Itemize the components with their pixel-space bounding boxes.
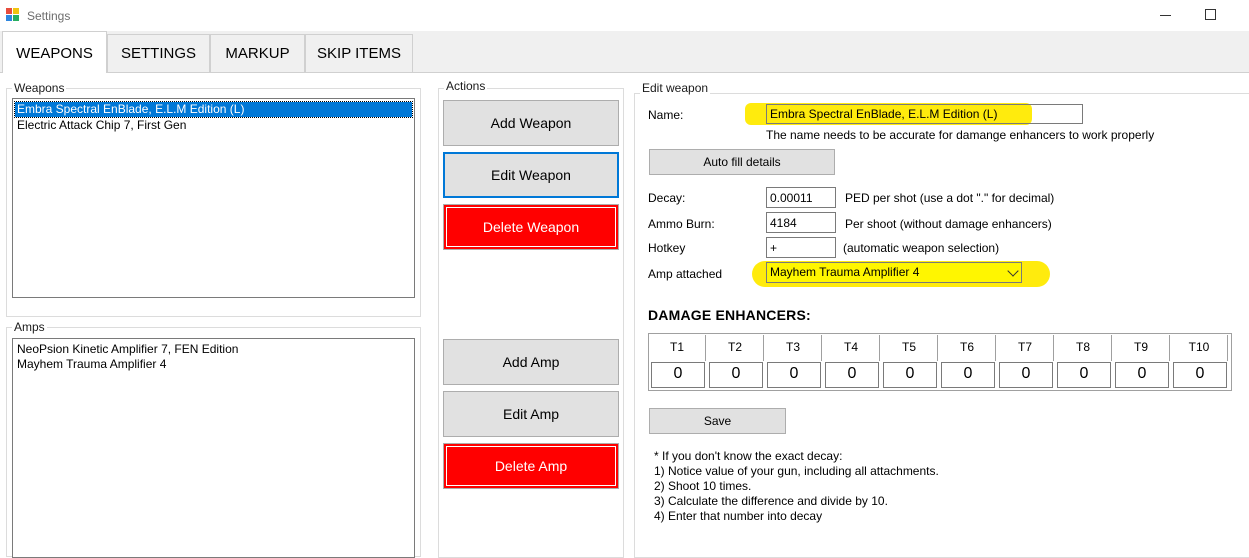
ammo-burn-label: Ammo Burn: xyxy=(648,217,715,231)
hotkey-input[interactable]: + xyxy=(766,237,836,258)
instruction-line: 4) Enter that number into decay xyxy=(654,509,823,523)
add-weapon-button[interactable]: Add Weapon xyxy=(443,100,619,146)
window-title: Settings xyxy=(27,9,71,23)
decay-hint: PED per shot (use a dot "." for decimal) xyxy=(845,191,1055,205)
instruction-line: * If you don't know the exact decay: xyxy=(654,449,843,463)
name-hint: The name needs to be accurate for damang… xyxy=(766,128,1155,142)
instruction-line: 1) Notice value of your gun, including a… xyxy=(654,464,939,478)
title-bar xyxy=(0,0,1249,31)
tab-weapons[interactable]: WEAPONS xyxy=(2,31,107,73)
damage-enhancer-input[interactable]: 0 xyxy=(709,362,763,388)
edit-weapon-button[interactable]: Edit Weapon xyxy=(443,152,619,198)
decay-input[interactable]: 0.00011 xyxy=(766,187,836,208)
delete-amp-label: Delete Amp xyxy=(494,458,568,474)
damage-enhancer-header: T10 xyxy=(1171,335,1228,361)
minimize-icon[interactable] xyxy=(1160,9,1174,21)
list-item[interactable]: Electric Attack Chip 7, First Gen xyxy=(15,118,186,133)
hotkey-label: Hotkey xyxy=(648,241,686,255)
ammo-burn-input[interactable]: 4184 xyxy=(766,212,836,233)
tab-skip-items[interactable]: SKIP ITEMS xyxy=(305,34,413,72)
name-label: Name: xyxy=(648,108,684,122)
damage-enhancer-input[interactable]: 0 xyxy=(1173,362,1227,388)
amp-attached-label: Amp attached xyxy=(648,267,723,281)
weapons-listbox[interactable]: Embra Spectral EnBlade, E.L.M Edition (L… xyxy=(12,98,415,298)
amps-group-label: Amps xyxy=(12,320,47,334)
name-input[interactable]: Embra Spectral EnBlade, E.L.M Edition (L… xyxy=(766,104,1083,124)
save-button[interactable]: Save xyxy=(649,408,786,434)
damage-enhancer-input[interactable]: 0 xyxy=(767,362,821,388)
list-item[interactable]: NeoPsion Kinetic Amplifier 7, FEN Editio… xyxy=(15,342,238,357)
damage-enhancer-header: T7 xyxy=(997,335,1054,361)
maximize-icon[interactable] xyxy=(1205,9,1216,20)
damage-enhancer-header: T9 xyxy=(1113,335,1170,361)
damage-enhancer-input[interactable]: 0 xyxy=(999,362,1053,388)
auto-fill-button[interactable]: Auto fill details xyxy=(649,149,835,175)
damage-enhancer-input[interactable]: 0 xyxy=(883,362,937,388)
damage-enhancers-title: DAMAGE ENHANCERS: xyxy=(648,307,811,323)
edit-amp-button[interactable]: Edit Amp xyxy=(443,391,619,437)
decay-label: Decay: xyxy=(648,191,686,205)
decay-instructions: * If you don't know the exact decay: 1) … xyxy=(654,449,939,524)
amp-attached-value: Mayhem Trauma Amplifier 4 xyxy=(770,265,920,279)
ammo-burn-hint: Per shoot (without damage enhancers) xyxy=(845,217,1052,231)
tab-settings[interactable]: SETTINGS xyxy=(107,34,210,72)
tab-markup[interactable]: MARKUP xyxy=(210,34,305,72)
damage-enhancer-header: T1 xyxy=(649,335,706,361)
damage-enhancer-header: T3 xyxy=(765,335,822,361)
edit-weapon-group-label: Edit weapon xyxy=(640,81,711,95)
weapons-group-label: Weapons xyxy=(12,81,67,95)
damage-enhancer-input[interactable]: 0 xyxy=(651,362,705,388)
delete-weapon-label: Delete Weapon xyxy=(482,219,580,235)
damage-enhancer-header: T4 xyxy=(823,335,880,361)
hotkey-hint: (automatic weapon selection) xyxy=(843,241,1000,255)
list-item[interactable]: Embra Spectral EnBlade, E.L.M Edition (L… xyxy=(14,101,413,118)
damage-enhancer-input[interactable]: 0 xyxy=(825,362,879,388)
damage-enhancer-input[interactable]: 0 xyxy=(1115,362,1169,388)
delete-amp-button[interactable]: Delete Amp xyxy=(443,443,619,489)
damage-enhancer-header: T8 xyxy=(1055,335,1112,361)
add-amp-button[interactable]: Add Amp xyxy=(443,339,619,385)
instruction-line: 2) Shoot 10 times. xyxy=(654,479,752,493)
delete-weapon-button[interactable]: Delete Weapon xyxy=(443,204,619,250)
amp-attached-select[interactable]: Mayhem Trauma Amplifier 4 xyxy=(766,262,1022,283)
damage-enhancer-header: T5 xyxy=(881,335,938,361)
instruction-line: 3) Calculate the difference and divide b… xyxy=(654,494,888,508)
damage-enhancer-header: T2 xyxy=(707,335,764,361)
damage-enhancer-input[interactable]: 0 xyxy=(1057,362,1111,388)
app-icon xyxy=(6,8,20,22)
damage-enhancer-input[interactable]: 0 xyxy=(941,362,995,388)
list-item[interactable]: Mayhem Trauma Amplifier 4 xyxy=(15,357,166,372)
damage-enhancer-header: T6 xyxy=(939,335,996,361)
amps-listbox[interactable]: NeoPsion Kinetic Amplifier 7, FEN Editio… xyxy=(12,338,415,558)
actions-group-label: Actions xyxy=(444,79,488,93)
